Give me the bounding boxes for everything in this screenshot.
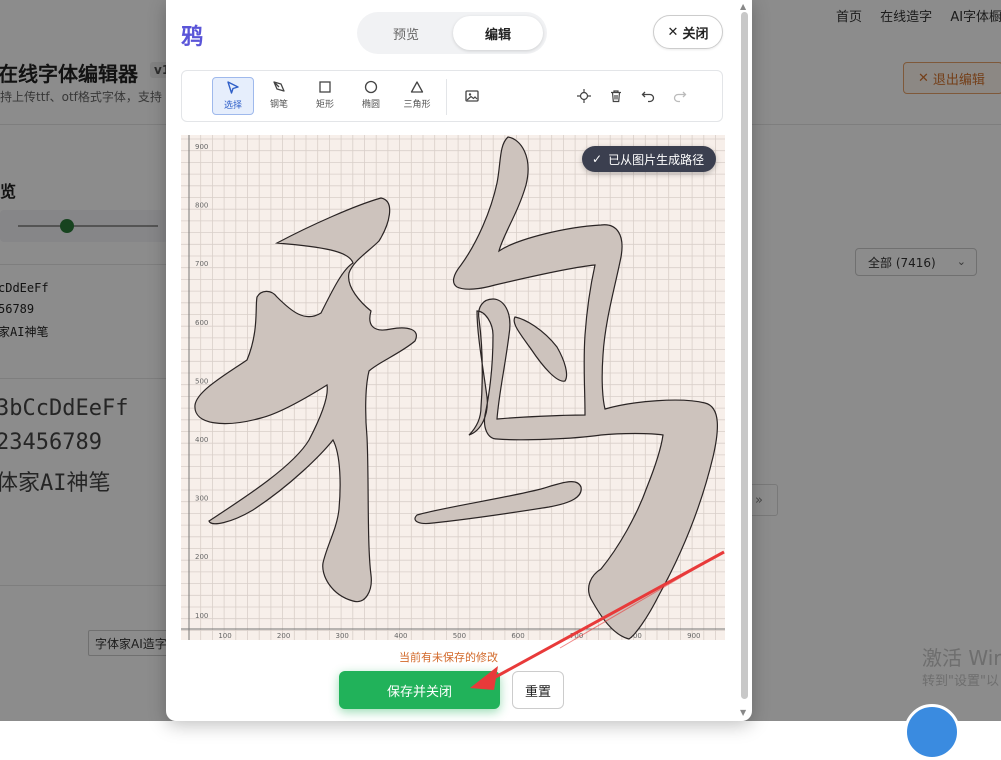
tool-label: 矩形 (315, 100, 334, 110)
check-icon: ✓ (592, 152, 603, 166)
x-tick-label: 900 (687, 632, 700, 640)
x-tick-label: 400 (394, 632, 407, 640)
reset-button[interactable]: 重置 (512, 671, 564, 709)
tool-select[interactable]: 选择 (212, 77, 254, 115)
drawing-toolbar: 选择 钢笔 矩形 椭圆 三角形 (181, 70, 723, 122)
scroll-down-arrow[interactable]: ▼ (740, 708, 746, 717)
save-and-close-button[interactable]: 保存并关闭 (339, 671, 500, 709)
tool-label: 钢笔 (269, 100, 288, 110)
y-tick-label: 800 (195, 202, 208, 210)
floating-assistant-button[interactable] (904, 704, 960, 760)
x-tick-label: 600 (511, 632, 524, 640)
tool-ellipse[interactable]: 椭圆 (350, 77, 392, 115)
undo-icon[interactable] (639, 87, 657, 105)
crosshair-icon[interactable] (575, 87, 593, 105)
cursor-icon (227, 81, 239, 94)
path-generated-toast: ✓ 已从图片生成路径 (582, 146, 717, 172)
tab-edit[interactable]: 编辑 (453, 16, 543, 50)
y-tick-label: 100 (195, 612, 208, 620)
modal-scrollbar[interactable] (741, 12, 748, 699)
tool-pen[interactable]: 钢笔 (258, 77, 300, 115)
x-tick-label: 300 (336, 632, 349, 640)
y-tick-label: 200 (195, 553, 208, 561)
y-tick-label: 500 (195, 377, 208, 385)
glyph-title: 鸦 (181, 25, 204, 50)
canvas-grid: 100 200 300 400 500 600 700 800 9009008007006005… (181, 135, 725, 640)
scroll-up-arrow[interactable]: ▲ (740, 2, 746, 11)
y-tick-label: 600 (195, 319, 208, 327)
mode-toggle: 预览 编辑 (357, 12, 547, 54)
trash-icon[interactable] (607, 87, 625, 105)
redo-icon[interactable] (671, 87, 689, 105)
pen-icon (273, 81, 285, 92)
toast-text: 已从图片生成路径 (608, 152, 705, 167)
image-icon[interactable] (463, 87, 481, 105)
close-label: 关闭 (682, 26, 709, 42)
x-tick-label: 500 (453, 632, 466, 640)
tab-preview[interactable]: 预览 (361, 16, 451, 50)
rectangle-icon (319, 81, 331, 93)
tool-rectangle[interactable]: 矩形 (304, 77, 346, 115)
tool-triangle[interactable]: 三角形 (396, 77, 438, 115)
tool-label: 椭圆 (361, 100, 380, 110)
toolbar-separator (446, 79, 447, 115)
triangle-icon (410, 81, 424, 93)
y-tick-label: 300 (195, 495, 208, 503)
tool-label: 三角形 (403, 100, 431, 110)
tool-label: 选择 (223, 101, 242, 111)
glyph-canvas[interactable]: 100 200 300 400 500 600 700 800 900 900 800 700 600 5… (181, 135, 725, 640)
x-tick-label: 100 (218, 632, 231, 640)
glyph-outline[interactable] (194, 136, 719, 640)
y-tick-label: 400 (195, 436, 208, 444)
close-icon: ✕ (667, 24, 679, 40)
x-tick-label: 200 (277, 632, 290, 640)
y-tick-label: 700 (195, 260, 208, 268)
y-tick-label: 900 (195, 143, 208, 151)
x-tick-label: 700 (570, 632, 583, 640)
unsaved-notice: 当前有未保存的修改 (399, 651, 498, 664)
ellipse-icon (364, 80, 378, 94)
close-button[interactable]: ✕ 关闭 (653, 15, 723, 49)
